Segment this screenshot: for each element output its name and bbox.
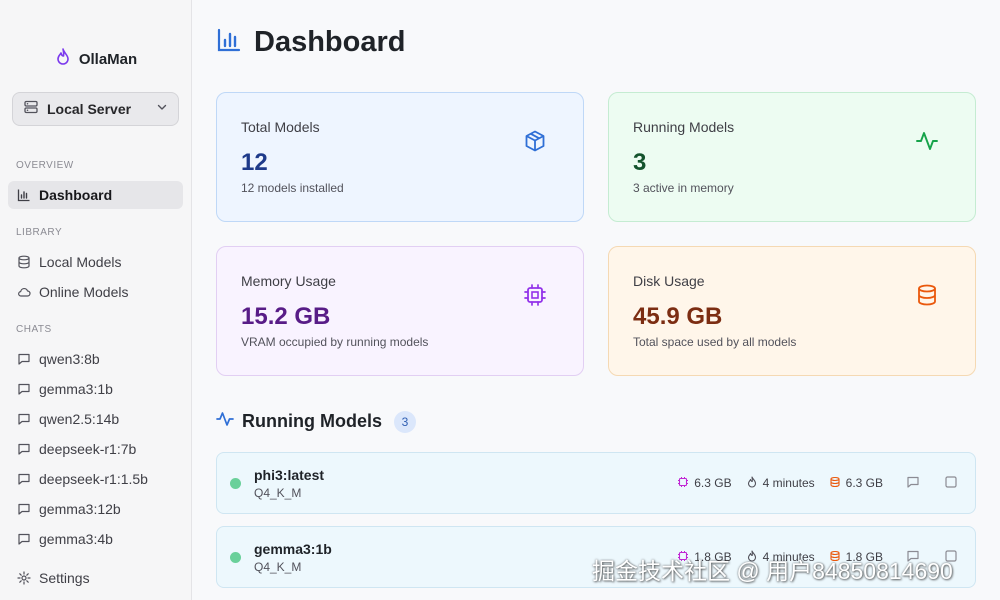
chat-item[interactable]: deepseek-r1:7b (8, 435, 183, 463)
nav-settings[interactable]: Settings (8, 564, 183, 592)
chat-item-label: gemma3:4b (39, 531, 113, 547)
watermark: 掘金技术社区 @ 用户84850814690 (592, 558, 953, 584)
message-icon (17, 412, 31, 426)
message-icon (17, 502, 31, 516)
vram-stat: 6.3 GB (677, 476, 732, 491)
card-value: 45.9 GB (633, 303, 723, 330)
nav-dashboard[interactable]: Dashboard (8, 181, 183, 209)
message-icon (17, 532, 31, 546)
database-icon (915, 283, 939, 307)
uptime-stat: 4 minutes (746, 475, 815, 491)
nav-online-models-label: Online Models (39, 284, 129, 300)
cloud-icon (17, 285, 31, 299)
model-stats: 6.3 GB 4 minutes 6.3 GB (677, 453, 959, 513)
count-badge: 3 (393, 410, 416, 433)
chat-item-label: deepseek-r1:1.5b (39, 471, 148, 487)
section-title: Running Models (242, 411, 382, 431)
chat-item-label: gemma3:12b (39, 501, 121, 517)
card-title: Memory Usage (241, 273, 336, 289)
model-quantization: Q4_K_M (254, 486, 302, 500)
chat-item[interactable]: gemma3:4b (8, 525, 183, 553)
nav-settings-label: Settings (39, 570, 90, 586)
stop-icon (944, 475, 958, 492)
status-dot (230, 552, 241, 563)
chat-item-label: qwen3:8b (39, 351, 100, 367)
main-content: Dashboard Total Models 12 12 models inst… (192, 0, 1000, 600)
card-title: Total Models (241, 119, 320, 135)
cpu-icon (677, 476, 689, 491)
message-icon (17, 352, 31, 366)
section-label-chats: CHATS (16, 324, 52, 335)
chat-item[interactable]: qwen3:8b (8, 345, 183, 373)
chat-item[interactable]: qwen2.5:14b (8, 405, 183, 433)
nav-dashboard-label: Dashboard (39, 187, 113, 203)
message-icon (17, 472, 31, 486)
memory-usage-card: Memory Usage 15.2 GB VRAM occupied by ru… (216, 246, 584, 376)
model-name: phi3:latest (254, 467, 325, 483)
chevron-down-icon (156, 100, 168, 118)
card-value: 3 (633, 149, 647, 176)
sidebar: OllaMan Local Server OVERVIEW Dashboard … (0, 0, 192, 600)
chat-item-label: qwen2.5:14b (39, 411, 120, 427)
card-subtitle: VRAM occupied by running models (241, 335, 429, 349)
stop-button[interactable] (943, 475, 959, 491)
server-select-value: Local Server (47, 101, 132, 117)
message-icon (17, 382, 31, 396)
section-label-overview: OVERVIEW (16, 160, 74, 171)
model-row[interactable]: phi3:latest Q4_K_M 6.3 GB 4 minutes 6.3 … (216, 452, 976, 514)
brand: OllaMan (0, 48, 192, 71)
chat-item[interactable]: gemma3:12b (8, 495, 183, 523)
message-icon (906, 475, 920, 492)
vram-value: 6.3 GB (694, 476, 732, 490)
card-value: 12 (241, 149, 268, 176)
message-icon (17, 442, 31, 456)
chat-item[interactable]: deepseek-r1:1.5b (8, 465, 183, 493)
bar-chart-icon (216, 27, 242, 58)
size-stat: 6.3 GB (829, 476, 883, 491)
chat-item[interactable]: gemma3:1b (8, 375, 183, 403)
server-icon (23, 99, 39, 120)
section-label-library: LIBRARY (16, 227, 63, 238)
chat-button[interactable] (905, 475, 921, 491)
card-subtitle: Total space used by all models (633, 335, 797, 349)
nav-online-models[interactable]: Online Models (8, 278, 183, 306)
package-icon (523, 129, 547, 153)
activity-icon (915, 129, 939, 153)
nav-local-models-label: Local Models (39, 254, 122, 270)
total-models-card: Total Models 12 12 models installed (216, 92, 584, 222)
status-dot (230, 478, 241, 489)
chat-item-label: gemma3:1b (39, 381, 113, 397)
card-value: 15.2 GB (241, 303, 331, 330)
running-models-header: Running Models 3 (216, 410, 416, 433)
app-name: OllaMan (78, 51, 138, 68)
chat-item-label: deepseek-r1:7b (39, 441, 137, 457)
model-quantization: Q4_K_M (254, 560, 302, 574)
flame-icon (55, 48, 71, 71)
uptime-value: 4 minutes (762, 476, 815, 490)
server-select[interactable]: Local Server (12, 92, 179, 126)
card-subtitle: 3 active in memory (633, 181, 734, 195)
page-title: Dashboard (254, 26, 406, 58)
database-icon (17, 255, 31, 269)
gear-icon (17, 571, 31, 585)
database-icon (829, 476, 841, 491)
activity-icon (216, 410, 234, 433)
running-models-card: Running Models 3 3 active in memory (608, 92, 976, 222)
model-name: gemma3:1b (254, 541, 332, 557)
nav-local-models[interactable]: Local Models (8, 248, 183, 276)
disk-usage-card: Disk Usage 45.9 GB Total space used by a… (608, 246, 976, 376)
size-value: 6.3 GB (845, 476, 883, 490)
page-header: Dashboard (216, 26, 405, 59)
cpu-icon (523, 283, 547, 307)
card-title: Running Models (633, 119, 735, 135)
card-title: Disk Usage (633, 273, 705, 289)
flame-icon (746, 475, 758, 491)
bar-chart-icon (17, 188, 31, 202)
card-subtitle: 12 models installed (241, 181, 344, 195)
